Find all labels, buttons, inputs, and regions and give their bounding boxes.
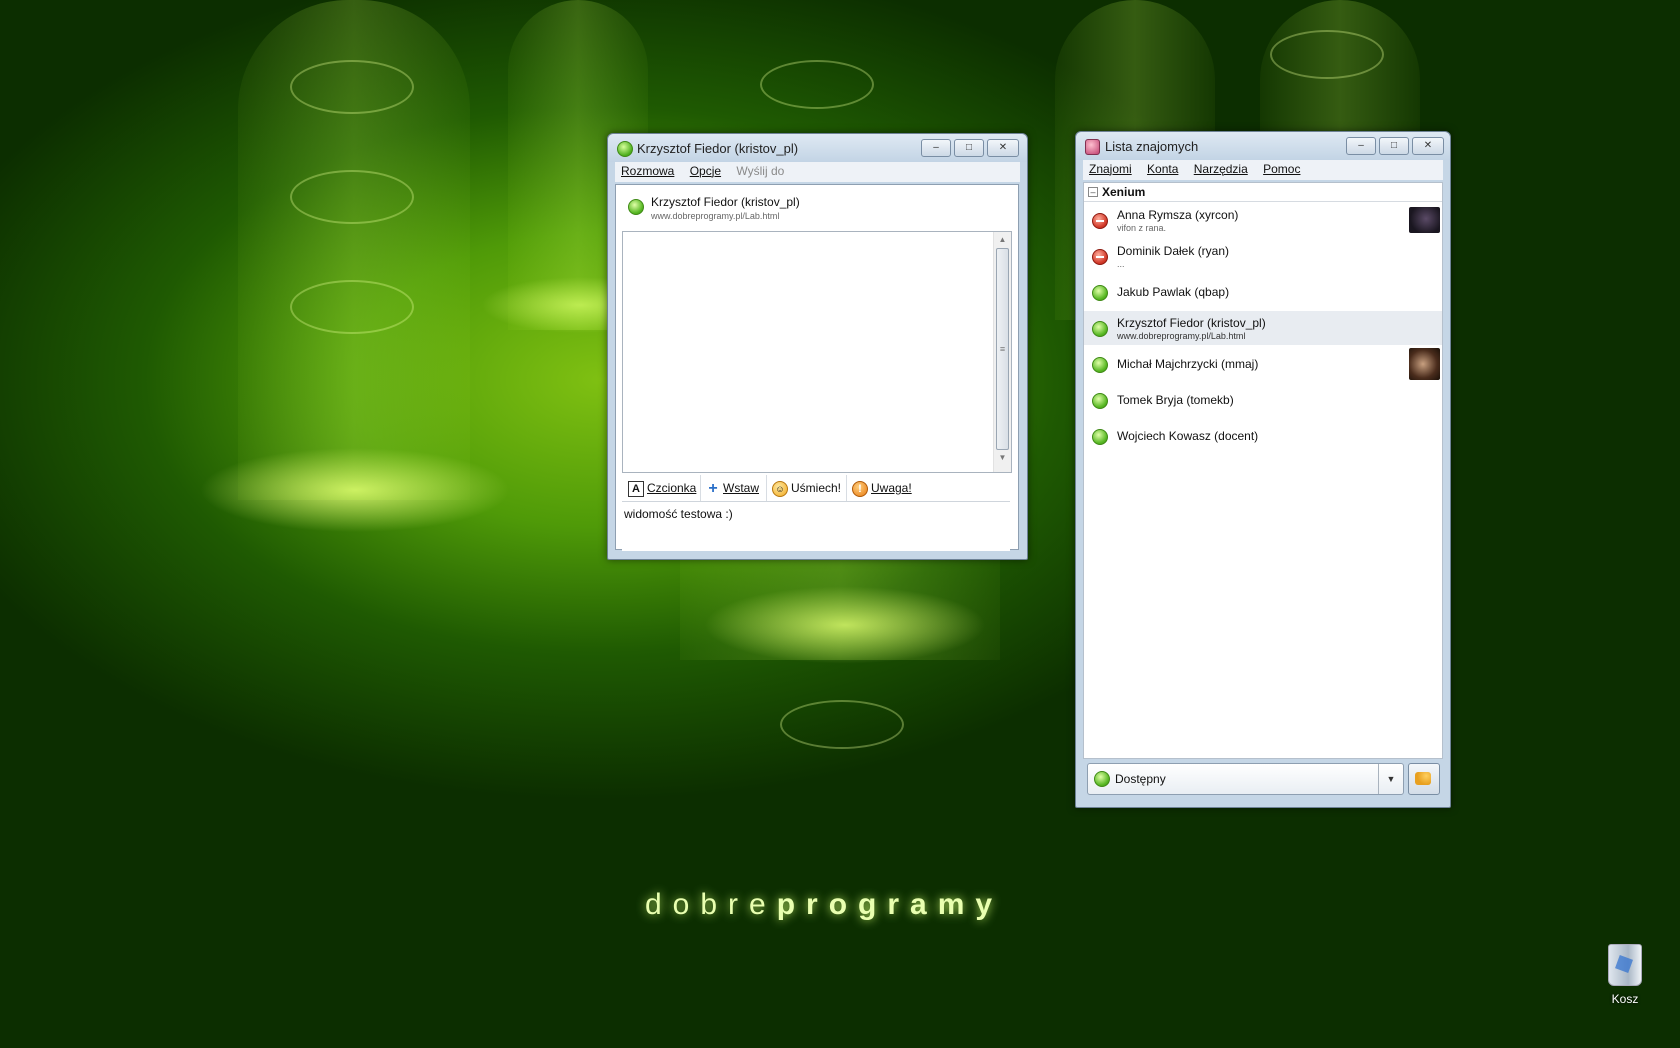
recycle-bin-label: Kosz xyxy=(1611,992,1639,1006)
wallpaper-swirl xyxy=(290,60,414,114)
contact-desc: www.dobreprogramy.pl/Lab.html xyxy=(1117,331,1246,341)
font-icon: A xyxy=(628,480,644,497)
avatar xyxy=(1409,348,1440,380)
contacts-menubar: Znajomi Konta Narzędzia Pomoc xyxy=(1083,160,1443,180)
status-selector[interactable]: Dostępny ▼ xyxy=(1087,763,1404,795)
status-online-icon xyxy=(617,141,633,157)
avatar-settings-button[interactable] xyxy=(1408,763,1440,795)
warning-button[interactable]: ! Uwaga! xyxy=(846,475,916,501)
menu-rozmowa[interactable]: Rozmowa xyxy=(615,162,680,180)
users-icon xyxy=(1415,772,1431,785)
contact-row[interactable]: Michał Majchrzycki (mmaj) xyxy=(1084,347,1442,381)
status-online-icon xyxy=(1092,285,1108,301)
wallpaper-swirl xyxy=(1270,30,1384,79)
chat-toolbar: A Czcionka + Wstaw ☺ Uśmiech! ! Uwaga! xyxy=(622,475,1010,502)
collapse-icon[interactable]: – xyxy=(1088,187,1098,197)
menu-konta[interactable]: Konta xyxy=(1141,160,1184,178)
contact-name: Krzysztof Fiedor (kristov_pl) xyxy=(1117,316,1266,330)
chevron-down-icon[interactable]: ▼ xyxy=(1378,764,1403,794)
close-button[interactable]: ✕ xyxy=(1412,137,1444,155)
menu-pomoc[interactable]: Pomoc xyxy=(1257,160,1306,178)
contact-name: Wojciech Kowasz (docent) xyxy=(1117,429,1259,443)
contacts-window-title: Lista znajomych xyxy=(1105,139,1199,154)
contact-row[interactable]: Tomek Bryja (tomekb) xyxy=(1084,383,1442,417)
status-online-icon xyxy=(1092,429,1108,445)
wallpaper-swirl xyxy=(780,700,904,749)
status-selected-label: Dostępny xyxy=(1115,772,1166,786)
chat-menubar: Rozmowa Opcje Wyślij do xyxy=(615,162,1020,182)
wallpaper-swirl xyxy=(290,280,414,334)
status-online-icon xyxy=(1092,393,1108,409)
message-input[interactable]: widomość testowa :) xyxy=(622,503,1010,551)
group-header[interactable]: – Xenium xyxy=(1084,183,1442,202)
scrollbar-thumb[interactable]: ≡ xyxy=(996,248,1009,450)
chat-contact-name: Krzysztof Fiedor (kristov_pl) xyxy=(651,195,800,209)
contact-row[interactable]: Anna Rymsza (xyrcon) vifon z rana. xyxy=(1084,203,1442,237)
group-name: Xenium xyxy=(1102,185,1146,199)
maximize-button[interactable]: □ xyxy=(1379,137,1409,155)
contact-list: – Xenium Anna Rymsza (xyrcon) vifon z ra… xyxy=(1083,182,1443,759)
contacts-app-icon xyxy=(1085,139,1100,155)
insert-button[interactable]: + Wstaw xyxy=(700,475,767,501)
contact-desc: ... xyxy=(1117,259,1125,269)
contacts-window[interactable]: Lista znajomych – □ ✕ Znajomi Konta Narz… xyxy=(1075,131,1451,808)
status-online-icon xyxy=(628,199,644,215)
status-online-icon xyxy=(1094,771,1110,787)
scroll-up-arrow-icon[interactable]: ▲ xyxy=(994,232,1011,248)
contact-name: Dominik Dałek (ryan) xyxy=(1117,244,1230,258)
status-dnd-icon xyxy=(1092,213,1108,229)
contact-row-selected[interactable]: Krzysztof Fiedor (kristov_pl) www.dobrep… xyxy=(1084,311,1442,345)
status-dnd-icon xyxy=(1092,249,1108,265)
chat-history[interactable]: ▲ ≡ ▼ xyxy=(622,231,1012,473)
recycle-bin-icon xyxy=(1608,944,1642,986)
warning-icon: ! xyxy=(852,480,868,497)
smiley-button[interactable]: ☺ Uśmiech! xyxy=(766,475,847,501)
avatar xyxy=(1409,207,1440,233)
contact-desc: vifon z rana. xyxy=(1117,223,1167,233)
contact-name: Jakub Pawlak (qbap) xyxy=(1117,285,1230,299)
scroll-down-arrow-icon[interactable]: ▼ xyxy=(994,450,1011,466)
plus-icon: + xyxy=(708,479,718,497)
wallpaper-swirl xyxy=(290,170,414,224)
wallpaper-swirl xyxy=(760,60,874,109)
minimize-button[interactable]: – xyxy=(921,139,951,157)
recycle-bin[interactable]: Kosz xyxy=(1595,940,1655,1012)
chat-client-area: Krzysztof Fiedor (kristov_pl) www.dobrep… xyxy=(615,184,1019,551)
contact-row[interactable]: Jakub Pawlak (qbap) xyxy=(1084,275,1442,309)
chat-contact-header: Krzysztof Fiedor (kristov_pl) www.dobrep… xyxy=(616,185,1018,227)
menu-znajomi[interactable]: Znajomi xyxy=(1083,160,1138,178)
contact-row[interactable]: Wojciech Kowasz (docent) xyxy=(1084,419,1442,453)
menu-narzedzia[interactable]: Narzędzia xyxy=(1188,160,1254,178)
minimize-button[interactable]: – xyxy=(1346,137,1376,155)
wallpaper-logo-text: dobreprogramy xyxy=(645,888,1004,921)
smiley-icon: ☺ xyxy=(772,480,788,497)
menu-send-to: Wyślij do xyxy=(736,164,785,178)
menu-opcje[interactable]: Opcje xyxy=(684,162,727,180)
contact-name: Anna Rymsza (xyrcon) xyxy=(1117,208,1239,222)
chat-window-title: Krzysztof Fiedor (kristov_pl) xyxy=(637,141,799,156)
maximize-button[interactable]: □ xyxy=(954,139,984,157)
contact-row[interactable]: Dominik Dałek (ryan) ... xyxy=(1084,239,1442,273)
contact-name: Michał Majchrzycki (mmaj) xyxy=(1117,357,1259,371)
close-button[interactable]: ✕ xyxy=(987,139,1019,157)
chat-window[interactable]: Krzysztof Fiedor (kristov_pl) – □ ✕ Rozm… xyxy=(607,133,1028,560)
history-scrollbar[interactable]: ▲ ≡ ▼ xyxy=(993,232,1011,472)
status-online-icon xyxy=(1092,321,1108,337)
chat-window-titlebar[interactable]: Krzysztof Fiedor (kristov_pl) – □ ✕ xyxy=(608,134,1027,162)
status-online-icon xyxy=(1092,357,1108,373)
chat-contact-desc: www.dobreprogramy.pl/Lab.html xyxy=(651,211,780,221)
contact-name: Tomek Bryja (tomekb) xyxy=(1117,393,1234,407)
font-button[interactable]: A Czcionka xyxy=(622,475,701,501)
contacts-window-titlebar[interactable]: Lista znajomych – □ ✕ xyxy=(1076,132,1450,160)
